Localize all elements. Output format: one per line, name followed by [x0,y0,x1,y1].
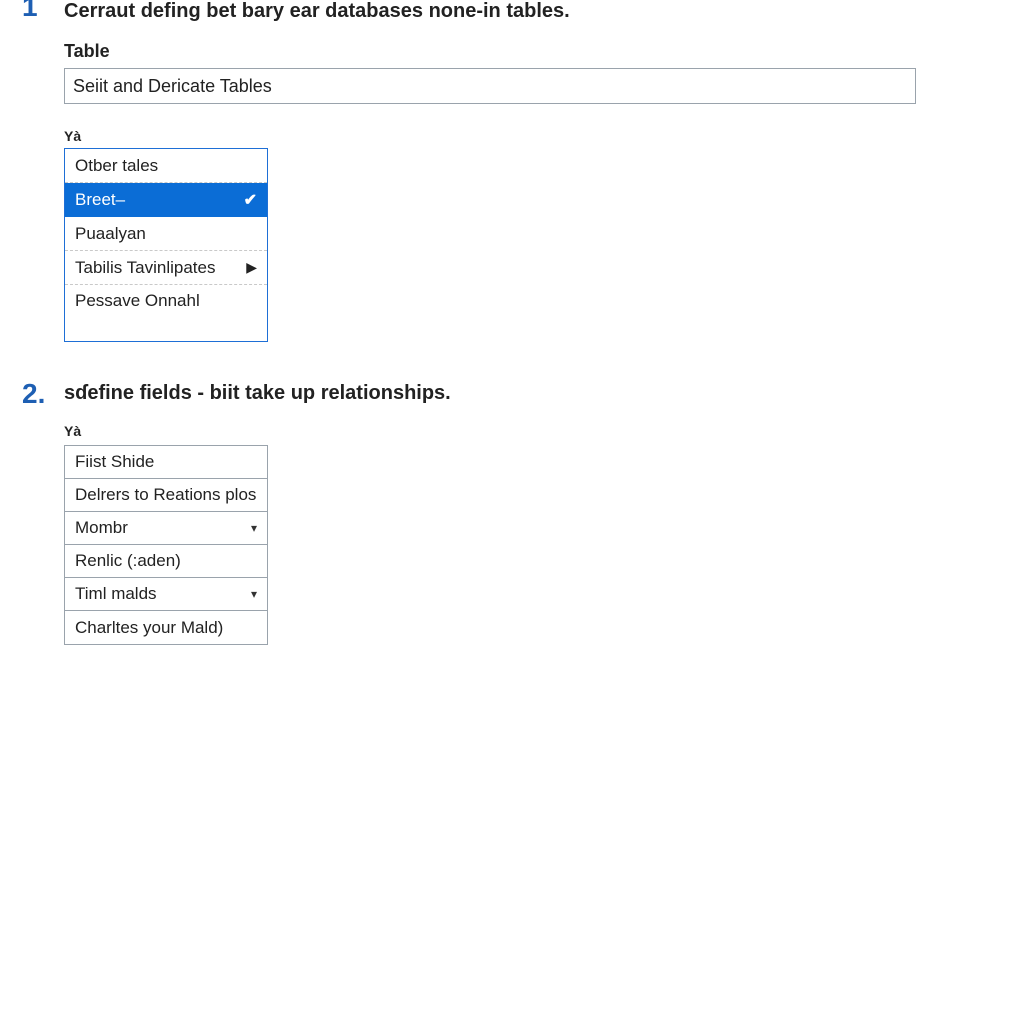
option-label: Puaalyan [75,224,146,244]
table-options-list: Otber tales Breet– ✔ Puaalyan Tabilis Ta… [64,148,268,342]
step-1-number: 1 [22,0,38,23]
option-label: Pessave Onnahl [75,291,200,311]
option-tabilis-tavinlipates[interactable]: Tabilis Tavinlipates ▶ [65,251,267,285]
step-2: 2. sɗefine fields - biit take up relatio… [0,382,1024,645]
table-input[interactable] [64,68,916,104]
step-2-list-label: Yà [64,423,1024,439]
step-1: 1 Cerraut defing bet bary ear databases … [0,0,1024,342]
field-charltes-mald[interactable]: Charltes your Mald) [65,611,267,644]
option-label: Otber tales [75,156,158,176]
option-breet[interactable]: Breet– ✔ [65,183,267,217]
option-label: Tabilis Tavinlipates [75,258,215,278]
submenu-arrow-icon: ▶ [246,259,257,276]
fields-list: Fiist Shide Delrers to Reations plos Mom… [64,445,268,645]
step-1-list-label: Yà [64,128,1024,144]
chevron-down-icon: ▾ [251,587,257,601]
chevron-down-icon: ▾ [251,521,257,535]
field-delrers-reations[interactable]: Delrers to Reations plos [65,479,267,512]
option-pessave-onnahl[interactable]: Pessave Onnahl [65,285,267,341]
field-mombr[interactable]: Mombr ▾ [65,512,267,545]
field-label: Mombr [75,518,128,538]
field-label: Charltes your Mald) [75,618,223,638]
check-icon: ✔ [244,190,257,210]
option-label: Breet– [75,190,125,210]
field-label: Renlic (:aden) [75,551,181,571]
field-fiist-shide[interactable]: Fiist Shide [65,446,267,479]
field-timl-malds[interactable]: Timl malds ▾ [65,578,267,611]
step-2-title: sɗefine fields - biit take up relationsh… [64,382,1024,405]
option-otber-tales[interactable]: Otber tales [65,149,267,183]
step-2-number: 2. [22,378,45,410]
field-label: Timl malds [75,584,157,604]
field-renlic-aden[interactable]: Renlic (:aden) [65,545,267,578]
step-1-title: Cerraut defing bet bary ear databases no… [64,0,1024,23]
field-label: Fiist Shide [75,452,154,472]
option-puaalyan[interactable]: Puaalyan [65,217,267,251]
field-label: Delrers to Reations plos [75,485,256,505]
table-field-label: Table [64,41,1024,62]
